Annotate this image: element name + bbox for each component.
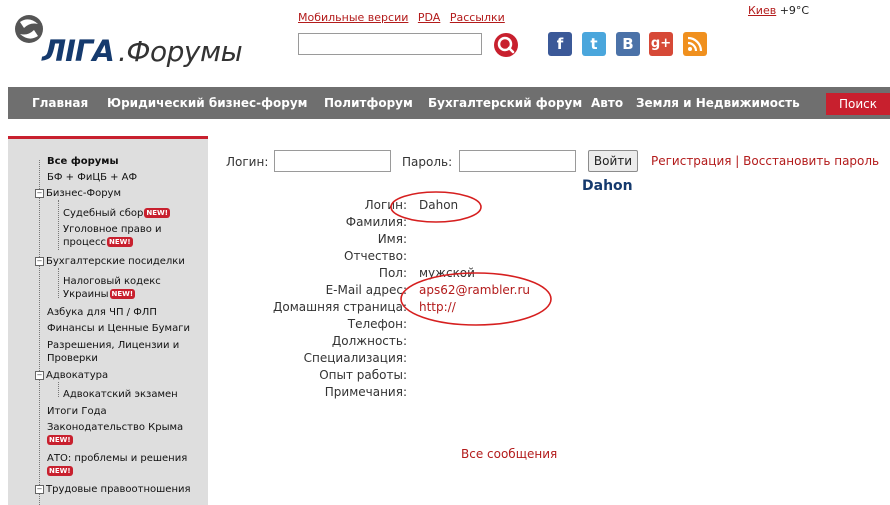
profile-label-name: Имя: bbox=[377, 232, 407, 246]
collapse-icon[interactable]: − bbox=[35, 370, 44, 380]
password-label: Пароль: bbox=[402, 155, 453, 169]
sidebar-item-crimea-law[interactable]: Законодательство Крыма NEW! bbox=[47, 421, 183, 447]
sidebar-item-year-results[interactable]: Итоги Года bbox=[47, 405, 107, 418]
nav-auto[interactable]: Авто bbox=[591, 96, 623, 110]
password-input[interactable] bbox=[459, 150, 576, 172]
profile-label-email: E-Mail адрес: bbox=[325, 283, 407, 297]
nav-search-button[interactable]: Поиск bbox=[826, 93, 890, 115]
rss-icon[interactable] bbox=[683, 32, 707, 56]
temperature: +9°C bbox=[779, 4, 810, 17]
profile-title: Dahon bbox=[582, 178, 633, 194]
site-logo[interactable]: ЛIГА .Форумы bbox=[10, 14, 260, 69]
new-badge: NEW! bbox=[144, 208, 170, 218]
nav-legal-forum[interactable]: Юридический бизнес-форум bbox=[107, 96, 307, 110]
sidebar-item-all-forums[interactable]: Все форумы bbox=[47, 155, 119, 168]
facebook-icon[interactable]: f bbox=[548, 32, 572, 56]
top-links: Мобильные версии PDA Рассылки bbox=[298, 11, 511, 24]
collapse-icon[interactable]: − bbox=[35, 484, 44, 494]
tree-line bbox=[39, 160, 40, 505]
logo-brand: ЛIГА bbox=[42, 34, 115, 68]
newsletters-link[interactable]: Рассылки bbox=[450, 11, 505, 24]
sidebar-item-permits[interactable]: Разрешения, Лицензии и Проверки bbox=[47, 339, 179, 365]
logo-suffix: .Форумы bbox=[118, 35, 243, 68]
profile-label-phone: Телефон: bbox=[347, 317, 407, 331]
new-badge: NEW! bbox=[109, 289, 136, 299]
profile-value-login: Dahon bbox=[419, 198, 459, 212]
sidebar-item-bf-ficb-af[interactable]: БФ + ФиЦБ + АФ bbox=[47, 171, 137, 184]
sidebar-item-criminal-law[interactable]: Уголовное право и процесс NEW! bbox=[63, 223, 162, 249]
sidebar-item-bar-exam[interactable]: Адвокатский экзамен bbox=[63, 388, 178, 401]
new-badge: NEW! bbox=[47, 466, 73, 476]
login-label: Логин: bbox=[226, 155, 269, 169]
googleplus-icon[interactable]: g+ bbox=[649, 32, 673, 56]
site-search-input[interactable] bbox=[298, 33, 482, 55]
nav-accounting-forum[interactable]: Бухгалтерский форум bbox=[428, 96, 582, 110]
tree-line bbox=[58, 268, 59, 298]
sidebar-item-accounting[interactable]: − Бухгалтерские посиделки bbox=[35, 255, 185, 268]
login-button[interactable]: Войти bbox=[588, 150, 638, 172]
collapse-icon[interactable]: − bbox=[35, 188, 44, 198]
tree-line bbox=[58, 382, 59, 397]
search-icon[interactable] bbox=[493, 32, 519, 58]
new-badge: NEW! bbox=[47, 435, 73, 445]
sidebar-item-labor[interactable]: − Трудовые правоотношения bbox=[35, 483, 191, 496]
profile-label-patronymic: Отчество: bbox=[344, 249, 407, 263]
mobile-versions-link[interactable]: Мобильные версии bbox=[298, 11, 408, 24]
weather-widget: Киев +9°C bbox=[748, 4, 809, 17]
nav-land-realty[interactable]: Земля и Недвижимость bbox=[636, 96, 800, 110]
sidebar-item-business-forum[interactable]: − Бизнес-Форум bbox=[35, 187, 121, 200]
auth-links: Регистрация | Восстановить пароль bbox=[651, 154, 879, 168]
sidebar-item-abc-fop[interactable]: Азбука для ЧП / ФЛП bbox=[47, 306, 157, 319]
nav-home[interactable]: Главная bbox=[32, 96, 88, 110]
profile-label-notes: Примечания: bbox=[324, 385, 407, 399]
twitter-icon[interactable]: t bbox=[582, 32, 606, 56]
profile-label-specialization: Специализация: bbox=[303, 351, 407, 365]
sidebar-item-advocacy[interactable]: − Адвокатура bbox=[35, 369, 108, 382]
tree-line bbox=[58, 200, 59, 250]
profile-label-experience: Опыт работы: bbox=[319, 368, 407, 382]
nav-politforum[interactable]: Политфорум bbox=[324, 96, 413, 110]
vkontakte-icon[interactable]: B bbox=[616, 32, 640, 56]
sidebar-item-tax-code[interactable]: Налоговый кодекс Украины NEW! bbox=[63, 275, 161, 301]
main-nav: Главная Юридический бизнес-форум Политфо… bbox=[8, 87, 890, 119]
register-link[interactable]: Регистрация bbox=[651, 154, 731, 168]
restore-password-link[interactable]: Восстановить пароль bbox=[743, 154, 879, 168]
link-separator: | bbox=[735, 154, 740, 168]
globe-icon bbox=[15, 15, 43, 43]
sidebar-item-finance[interactable]: Финансы и Ценные Бумаги bbox=[47, 322, 190, 335]
profile-value-gender: мужской bbox=[419, 266, 475, 280]
all-messages-link[interactable]: Все сообщения bbox=[461, 447, 557, 461]
annotation-oval-contacts bbox=[400, 272, 552, 326]
new-badge: NEW! bbox=[106, 237, 133, 247]
profile-label-gender: Пол: bbox=[378, 266, 407, 280]
pda-link[interactable]: PDA bbox=[418, 11, 440, 24]
profile-label-homepage: Домашняя страница: bbox=[273, 300, 407, 314]
sidebar-item-court-fee[interactable]: Судебный сбор NEW! bbox=[63, 207, 170, 220]
profile-label-surname: Фамилия: bbox=[345, 215, 407, 229]
profile-value-email[interactable]: aps62@rambler.ru bbox=[419, 283, 530, 297]
profile-label-position: Должность: bbox=[331, 334, 407, 348]
login-input[interactable] bbox=[274, 150, 391, 172]
city-link[interactable]: Киев bbox=[748, 4, 776, 17]
sidebar-item-ato[interactable]: АТО: проблемы и решения NEW! bbox=[47, 452, 187, 478]
profile-value-homepage[interactable]: http:// bbox=[419, 300, 456, 314]
collapse-icon[interactable]: − bbox=[35, 256, 44, 266]
profile-label-login: Логин: bbox=[364, 198, 407, 212]
